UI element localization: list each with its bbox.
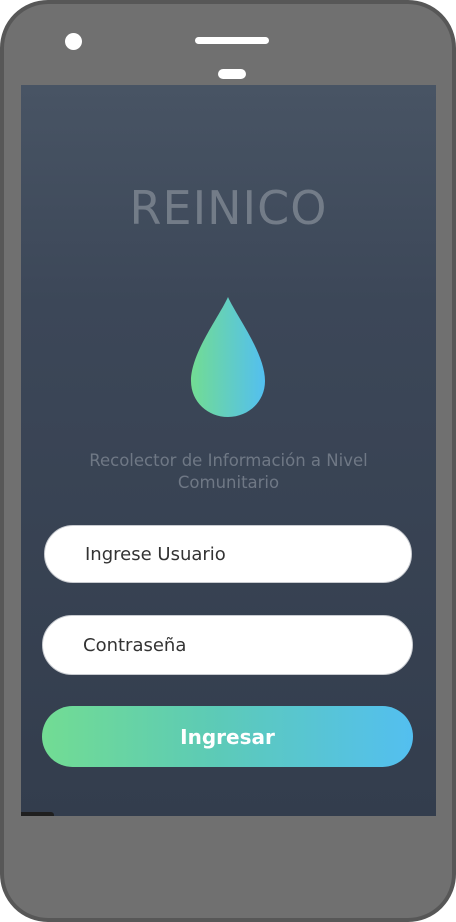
- app-subtitle: Recolector de Información a Nivel Comuni…: [89, 451, 368, 492]
- sensor-slot: [218, 69, 246, 79]
- username-input[interactable]: [44, 525, 412, 583]
- water-drop-icon: [191, 297, 265, 417]
- login-button[interactable]: Ingresar: [42, 706, 413, 767]
- password-input[interactable]: [42, 615, 413, 675]
- screen-corner-shade: [21, 812, 54, 816]
- login-screen: REINICO Recolector de Información a Nive…: [21, 85, 436, 816]
- camera-dot: [65, 33, 82, 50]
- app-title: REINICO: [129, 181, 328, 235]
- speaker-slot: [195, 37, 269, 44]
